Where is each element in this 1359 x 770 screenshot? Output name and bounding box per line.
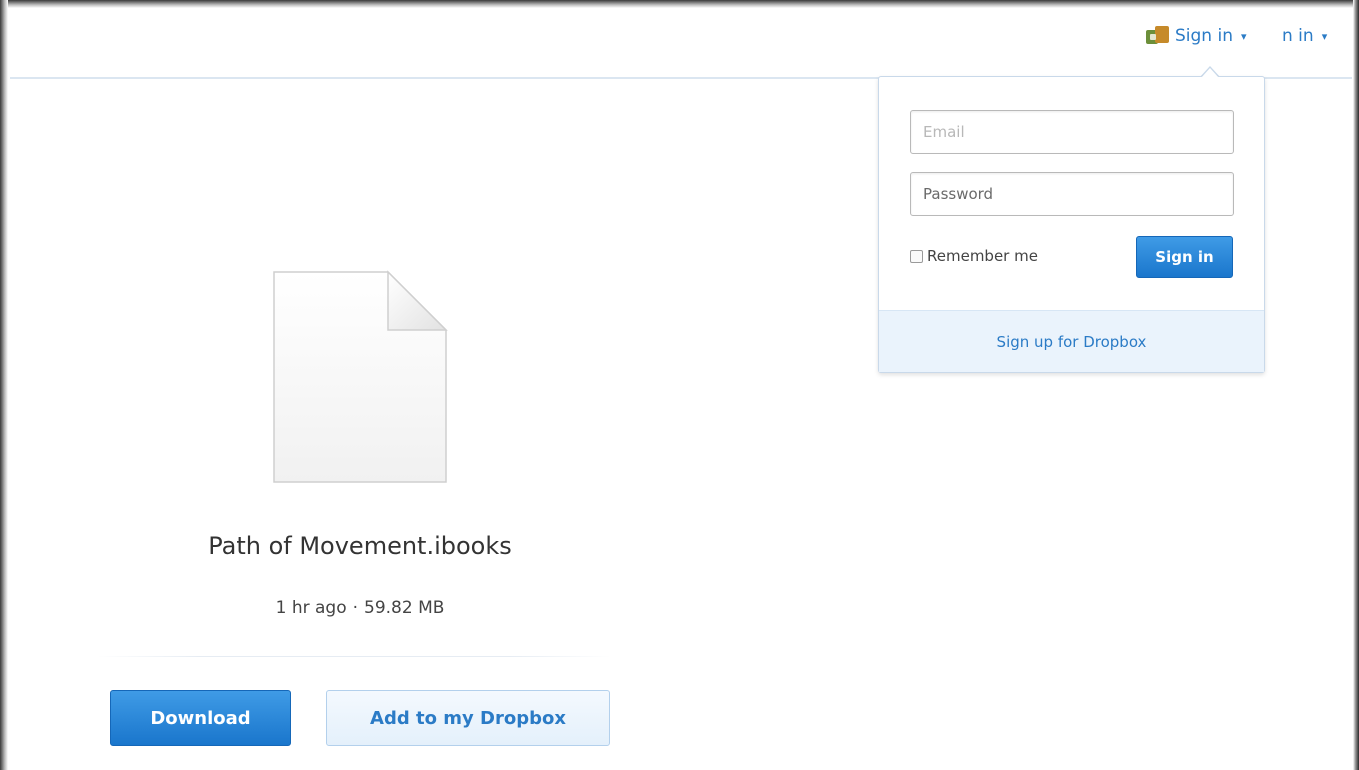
password-field[interactable] [910,172,1234,216]
file-name: Path of Movement.ibooks [208,532,512,560]
window-shadow-right [1353,0,1359,770]
signin-button[interactable]: Sign in [1136,236,1233,278]
signin-dropdown: Remember me Sign in Sign up for Dropbox [878,76,1265,373]
dropdown-arrow-fill [1201,68,1219,78]
dropbox-box-icon [1146,26,1170,46]
file-size: 59.82 MB [364,598,445,618]
email-field[interactable] [910,110,1234,154]
signin-menu-label: Sign in [1175,26,1233,46]
actions-divider [97,656,611,657]
remember-me-checkbox[interactable] [910,249,923,263]
window-shadow-top [0,0,1359,8]
chevron-down-icon: ▾ [1240,29,1247,43]
file-meta: 1 hr ago · 59.82 MB [100,598,620,618]
remember-me[interactable]: Remember me [910,247,1038,265]
signin-menu-duplicate[interactable]: n in ▾ [1282,26,1327,46]
file-modified: 1 hr ago [275,598,347,618]
chevron-down-icon: ▾ [1321,29,1328,43]
remember-me-label: Remember me [927,247,1038,265]
signin-duplicate-label: n in [1282,26,1314,46]
signup-link[interactable]: Sign up for Dropbox [879,310,1264,372]
document-icon [273,270,448,483]
signin-menu[interactable]: Sign in ▾ [1146,26,1247,46]
download-button[interactable]: Download [110,690,291,746]
meta-separator: · [352,598,358,618]
add-to-dropbox-button[interactable]: Add to my Dropbox [326,690,610,746]
window-shadow-left [0,0,8,770]
page: n in ▾ Sign in ▾ Remember me Sign in Sig… [0,0,1359,770]
